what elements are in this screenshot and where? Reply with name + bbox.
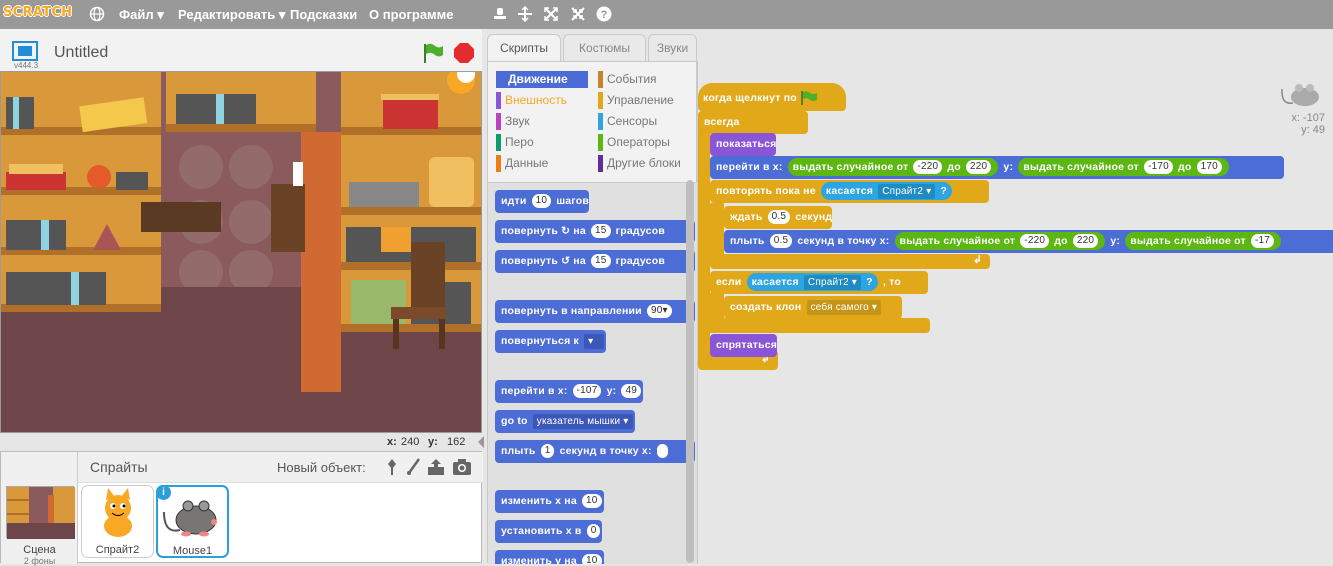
collapse-stage-icon[interactable] <box>478 436 484 448</box>
goto-random-block[interactable]: перейти в x: выдать случайное от -220 до… <box>710 156 1284 179</box>
green-flag-icon[interactable] <box>422 42 444 69</box>
new-object-label: Новый объект: <box>277 460 366 475</box>
category-motion[interactable]: Движение <box>496 71 588 88</box>
help-icon[interactable]: ? <box>595 6 612 23</box>
shrink-icon[interactable] <box>569 6 586 23</box>
sprite-x-readout: x: -107 <box>1291 112 1325 124</box>
stamp-icon[interactable] <box>491 6 508 23</box>
when-flag-clicked-block[interactable]: когда щелкнут по <box>698 83 846 111</box>
sprite-thumb-mouse1[interactable]: Mouse1 i <box>156 485 229 558</box>
forever-block[interactable]: всегда <box>698 111 808 134</box>
rotate-cw-icon: ↻ <box>561 225 571 237</box>
stage-canvas[interactable] <box>0 71 482 433</box>
hide-block[interactable]: спрятаться <box>710 334 778 357</box>
palette-change-x-block[interactable]: изменить х на 10 <box>495 490 604 513</box>
mouse-sprite-icon <box>162 500 217 537</box>
menu-tips[interactable]: Подсказки <box>290 7 357 22</box>
cut-icon[interactable] <box>516 5 533 23</box>
grow-icon[interactable] <box>542 6 559 23</box>
repeat-until-block[interactable]: повторять пока не касается Спрайт2 ▾ ? <box>710 180 989 203</box>
forever-block-arm <box>698 131 710 366</box>
palette-point-direction-block[interactable]: повернуть в направлении 90▾ <box>495 300 695 323</box>
palette-scrollbar[interactable] <box>686 180 694 563</box>
palette-turn-left-block[interactable]: повернуть ↺ на 15 градусов <box>495 250 695 273</box>
category-looks[interactable]: Внешность <box>496 92 567 109</box>
green-flag-icon <box>801 91 818 106</box>
point-towards-dropdown: ▾ <box>584 333 605 349</box>
mouse-sprite-preview-icon <box>1281 84 1319 106</box>
wait-block[interactable]: ждать 0.5 секунд <box>724 206 833 229</box>
category-data[interactable]: Данные <box>496 155 548 172</box>
if-then-block[interactable]: если касается Спрайт2 ▾ ? , то <box>710 271 928 294</box>
scratch-logo[interactable]: SCRATCH <box>3 5 72 20</box>
sprite-y-readout: y: 49 <box>1301 124 1325 136</box>
tab-costumes[interactable]: Костюмы <box>563 34 646 61</box>
sprites-title: Спрайты <box>90 459 148 475</box>
palette-change-y-block[interactable]: изменить у на 10 <box>495 550 604 564</box>
palette-blocks: идти 10 шагов повернуть ↻ на 15 градусов… <box>488 182 698 564</box>
scene-label: Сцена <box>23 544 56 556</box>
if-then-end <box>710 318 930 333</box>
tab-scripts[interactable]: Скрипты <box>487 34 561 61</box>
library-backdrop <box>1 72 481 432</box>
menu-about[interactable]: О программе <box>369 7 454 22</box>
mouse-coords: x: 240 y: 162 <box>0 433 482 451</box>
repeat-until-end: ↲ <box>710 254 990 269</box>
sprite-thumb-sprite2[interactable]: Спрайт2 <box>81 485 154 558</box>
choose-sprite-icon[interactable] <box>383 458 401 481</box>
sprites-pane: Сцена 2 фоны Спрайты Новый объект: Спрай… <box>0 451 483 566</box>
sprite-name-sprite2: Спрайт2 <box>95 544 140 556</box>
palette-turn-right-block[interactable]: повернуть ↻ на 15 градусов <box>495 220 695 243</box>
glide-random-block[interactable]: плыть 0.5 секунд в точку x: выдать случа… <box>724 230 1333 253</box>
sprite-info-button[interactable]: i <box>156 485 171 500</box>
scene-backdrops-count: 2 фоны <box>23 556 56 566</box>
palette-goto-xy-block[interactable]: перейти в x: -107 y: 49 <box>495 380 643 403</box>
stage-header: v444.3 Untitled <box>0 29 482 71</box>
category-more-blocks[interactable]: Другие блоки <box>598 155 681 172</box>
svg-text:?: ? <box>600 9 607 21</box>
show-block[interactable]: показаться <box>710 133 777 156</box>
category-operators[interactable]: Операторы <box>598 134 670 151</box>
category-sensing[interactable]: Сенсоры <box>598 113 657 130</box>
create-clone-block[interactable]: создать клон себя самого ▾ <box>724 296 902 319</box>
upload-icon[interactable] <box>426 458 446 481</box>
palette-set-x-block[interactable]: установить х в 0 <box>495 520 603 543</box>
palette-move-block[interactable]: идти 10 шагов <box>495 190 590 213</box>
mouse-x-value: 240 <box>401 436 420 448</box>
project-title[interactable]: Untitled <box>54 44 108 62</box>
menu-bar: SCRATCH Файл ▾ Редактировать ▾ Подсказки… <box>0 0 1333 29</box>
mouse-y-value: 162 <box>447 436 466 448</box>
sprite-name-mouse1: Mouse1 <box>172 545 213 557</box>
palette-goto-block[interactable]: go to указатель мышки ▾ <box>495 410 635 433</box>
version-label: v444.3 <box>14 61 39 70</box>
scene-column: Сцена 2 фоны <box>1 452 78 566</box>
category-pen[interactable]: Перо <box>496 134 534 151</box>
block-palette: Движение Внешность Звук Перо Данные Собы… <box>487 61 698 564</box>
paint-brush-icon[interactable] <box>405 458 423 481</box>
menu-file[interactable]: Файл ▾ <box>119 7 164 23</box>
palette-point-towards-block[interactable]: повернуться к ▾ <box>495 330 607 353</box>
globe-icon[interactable] <box>88 6 105 23</box>
category-events[interactable]: События <box>598 71 657 88</box>
sprites-header: Спрайты Новый объект: <box>78 452 483 483</box>
scene-thumbnail[interactable] <box>6 486 75 539</box>
scripts-area[interactable]: x: -107 y: 49 когда щелкнут по всегда ↲ … <box>697 61 1333 563</box>
tab-sounds[interactable]: Звуки <box>648 34 697 61</box>
cat-sprite-icon <box>103 488 132 537</box>
stop-icon[interactable] <box>453 42 475 69</box>
menu-edit[interactable]: Редактировать ▾ <box>178 7 285 23</box>
camera-icon[interactable] <box>452 458 472 481</box>
rotate-ccw-icon: ↺ <box>561 255 571 267</box>
category-control[interactable]: Управление <box>598 92 674 109</box>
palette-glide-block[interactable]: плыть 1 секунд в точку x: <box>495 440 695 463</box>
current-sprite-info: x: -107 y: 49 <box>1279 79 1325 136</box>
category-sound[interactable]: Звук <box>496 113 530 130</box>
